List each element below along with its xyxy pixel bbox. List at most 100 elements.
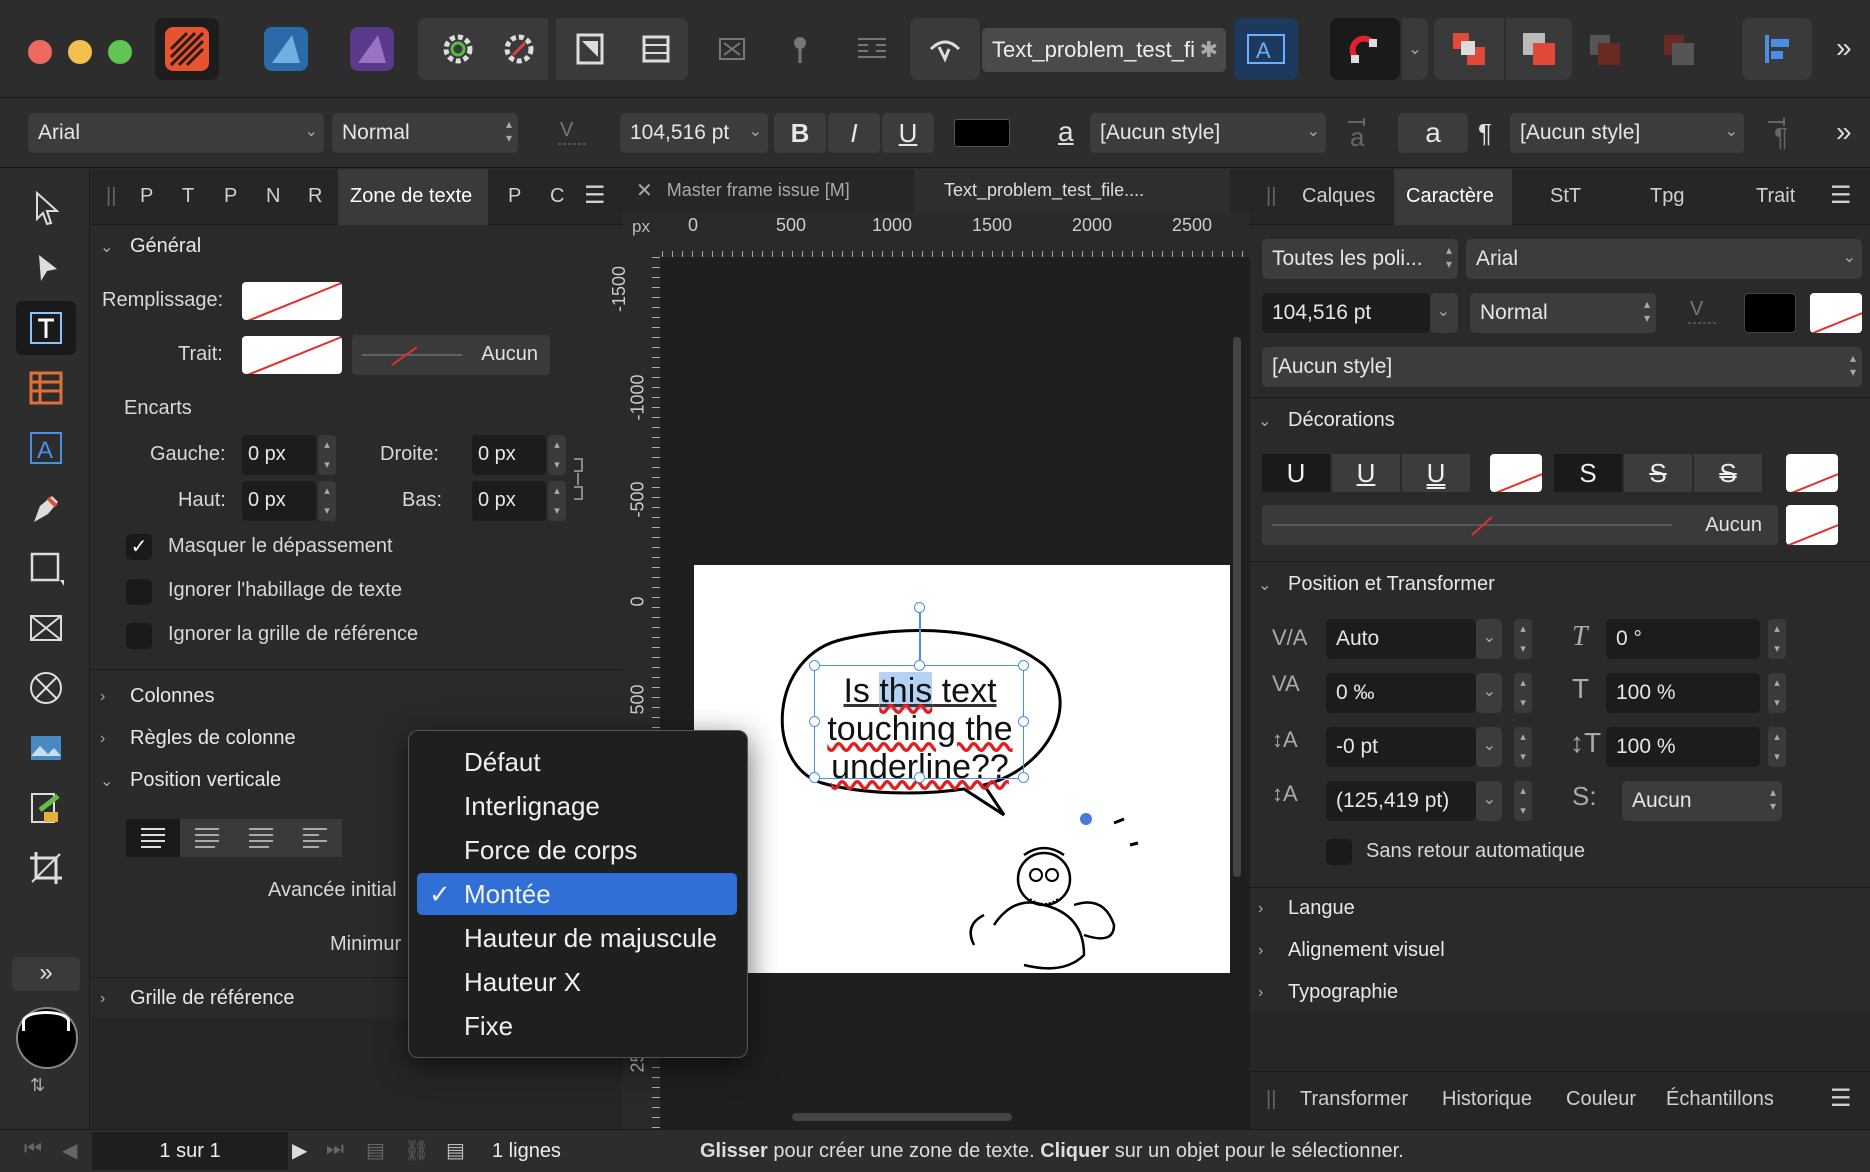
rotation-handle[interactable] — [914, 602, 925, 613]
para-style-select[interactable]: [Aucun style] ⌄ — [1510, 113, 1744, 153]
underline-button[interactable]: U — [882, 113, 934, 153]
tab-transform[interactable]: Transformer — [1300, 1088, 1408, 1111]
node-tool[interactable] — [16, 241, 76, 295]
italic-button[interactable]: I — [828, 113, 880, 153]
inset-bottom-stepper[interactable]: ▴ ▾ — [548, 481, 566, 521]
char-fill-color[interactable] — [1744, 293, 1796, 333]
panel-grip-icon[interactable]: || — [1266, 1088, 1276, 1111]
menu-item-leading[interactable]: Interlignage — [417, 785, 737, 827]
underline-single-button[interactable]: U — [1262, 454, 1330, 492]
char-weight-select[interactable]: Normal ▴ ▾ — [1470, 293, 1656, 333]
menu-item-x-height[interactable]: Hauteur X — [417, 961, 737, 1003]
first-page-icon[interactable]: ⏮ — [24, 1138, 42, 1161]
tab-p3[interactable]: P — [508, 185, 521, 208]
strike-none-button[interactable]: S — [1554, 454, 1622, 492]
para-style-clear-icon[interactable]: ¶ — [1764, 116, 1804, 156]
baseline-dropdown[interactable]: ⌄ — [1476, 727, 1502, 767]
resize-handle[interactable] — [1018, 772, 1029, 783]
menu-item-body-force[interactable]: Force de corps — [417, 829, 737, 871]
baseline-stepper[interactable]: ▴ ▾ — [1514, 727, 1532, 767]
inset-right-stepper[interactable]: ▴ ▾ — [548, 435, 566, 475]
horizontal-scale-field[interactable]: 100 % — [1606, 673, 1760, 713]
char-style-select[interactable]: [Aucun style] ⌄ — [1090, 113, 1326, 153]
section-typography[interactable]: › Typographie — [1258, 981, 1398, 1004]
panel-grip-icon[interactable]: || — [106, 185, 116, 208]
arrange-forward-button[interactable] — [1572, 18, 1636, 80]
fill-swatch[interactable] — [242, 282, 342, 320]
font-size-lock-icon[interactable]: V — [556, 116, 588, 152]
preflight-button[interactable] — [490, 18, 548, 80]
document-name-field[interactable]: Text_problem_test_fi ✱ — [982, 28, 1226, 72]
section-visual-alignment[interactable]: › Alignement visuel — [1258, 939, 1445, 962]
photo-persona-button[interactable] — [340, 18, 404, 80]
ignore-grid-checkbox[interactable] — [126, 623, 152, 649]
arrange-back-button[interactable] — [1434, 18, 1504, 80]
picture-frame-button[interactable] — [700, 18, 764, 80]
frame-button[interactable] — [624, 18, 688, 80]
font-size-field[interactable]: 104,516 pt ⌄ — [620, 113, 768, 153]
tab-history[interactable]: Historique — [1442, 1088, 1532, 1111]
menu-item-cap-height[interactable]: Hauteur de majuscule — [417, 917, 737, 959]
minimize-window-button[interactable] — [68, 40, 92, 64]
leading-stepper[interactable]: ▴ ▾ — [1514, 781, 1532, 821]
more-toolbar-icon[interactable]: » — [1836, 32, 1852, 64]
resize-handle[interactable] — [1018, 660, 1029, 671]
stroke-color-well[interactable] — [22, 1011, 70, 1031]
para-style-a-button[interactable]: a — [1398, 113, 1468, 153]
expand-tools-button[interactable]: » — [12, 957, 80, 991]
designer-persona-button[interactable] — [254, 18, 318, 80]
tracking-field[interactable]: 0 ‰ — [1326, 673, 1476, 713]
section-general[interactable]: ⌄ Général — [100, 235, 201, 258]
preview-button[interactable] — [910, 18, 980, 80]
place-image-tool[interactable] — [16, 721, 76, 775]
char-style-select[interactable]: [Aucun style] ▴ ▾ — [1262, 347, 1862, 387]
resize-handle[interactable] — [914, 772, 925, 783]
inset-right-field[interactable]: 0 px — [472, 435, 546, 475]
prev-page-icon[interactable]: ◀ — [62, 1138, 77, 1163]
inset-left-stepper[interactable]: ▴ ▾ — [318, 435, 336, 475]
table-tool[interactable] — [16, 361, 76, 415]
char-bg-color[interactable] — [1810, 293, 1862, 333]
ignore-wrap-checkbox[interactable] — [126, 579, 152, 605]
resize-handle[interactable] — [809, 772, 820, 783]
tracking-stepper[interactable]: ▴ ▾ — [1514, 673, 1532, 713]
horizontal-scale-stepper[interactable]: ▴ ▾ — [1768, 673, 1786, 713]
menu-item-fixed[interactable]: Fixe — [417, 1005, 737, 1047]
underline-alt-button[interactable]: U — [1402, 454, 1470, 492]
tab-c[interactable]: C — [550, 185, 564, 208]
ellipse-frame-tool[interactable] — [16, 661, 76, 715]
last-page-icon[interactable]: ⏭ — [326, 1138, 344, 1161]
section-column-rules[interactable]: › Règles de colonne — [100, 727, 296, 750]
char-size-field[interactable]: 104,516 pt — [1262, 293, 1430, 333]
char-size-dropdown[interactable]: ⌄ — [1430, 293, 1458, 333]
text-wrap-button[interactable] — [840, 18, 904, 80]
rectangle-tool[interactable] — [16, 541, 76, 595]
stylistic-set-select[interactable]: Aucun ▴ ▾ — [1622, 781, 1782, 821]
vertical-scale-stepper[interactable]: ▴ ▾ — [1768, 727, 1786, 767]
strikethrough-button[interactable]: S — [1624, 454, 1692, 492]
stroke-style-select[interactable]: Aucun — [352, 335, 550, 375]
valign-center-button[interactable] — [180, 819, 234, 857]
inset-bottom-field[interactable]: 0 px — [472, 481, 546, 521]
tab-p2[interactable]: P — [224, 185, 237, 208]
kerning-stepper[interactable]: ▴ ▾ — [1514, 619, 1532, 659]
inset-left-field[interactable]: 0 px — [242, 435, 316, 475]
font-style-select[interactable]: Normal ▴ ▾ — [332, 113, 518, 153]
color-picker-tool[interactable] — [16, 781, 76, 835]
tab-stroke[interactable]: Trait — [1756, 185, 1795, 208]
resize-handle[interactable] — [1018, 716, 1029, 727]
artistic-text-tool[interactable]: A — [16, 421, 76, 475]
text-frame-content[interactable]: Is this text touching the underline?? — [815, 672, 1025, 786]
text-style-button[interactable]: A — [1234, 18, 1298, 80]
tab-swatches[interactable]: Échantillons — [1666, 1088, 1774, 1111]
section-columns[interactable]: › Colonnes — [100, 685, 215, 708]
page-view-icon[interactable]: ▤ — [366, 1138, 385, 1163]
section-baseline-grid[interactable]: › Grille de référence — [100, 987, 295, 1010]
stroke-swatch[interactable] — [242, 336, 342, 374]
tab-text-frame[interactable]: Zone de texte — [338, 169, 488, 225]
vertical-scrollbar[interactable] — [1233, 337, 1241, 877]
master-page-button[interactable] — [556, 18, 624, 80]
tab-typography[interactable]: Tpg — [1650, 185, 1684, 208]
arrange-backward-button[interactable] — [1646, 18, 1710, 80]
horizontal-ruler[interactable]: px 0 500 1000 1500 2000 2500 — [622, 211, 1250, 257]
